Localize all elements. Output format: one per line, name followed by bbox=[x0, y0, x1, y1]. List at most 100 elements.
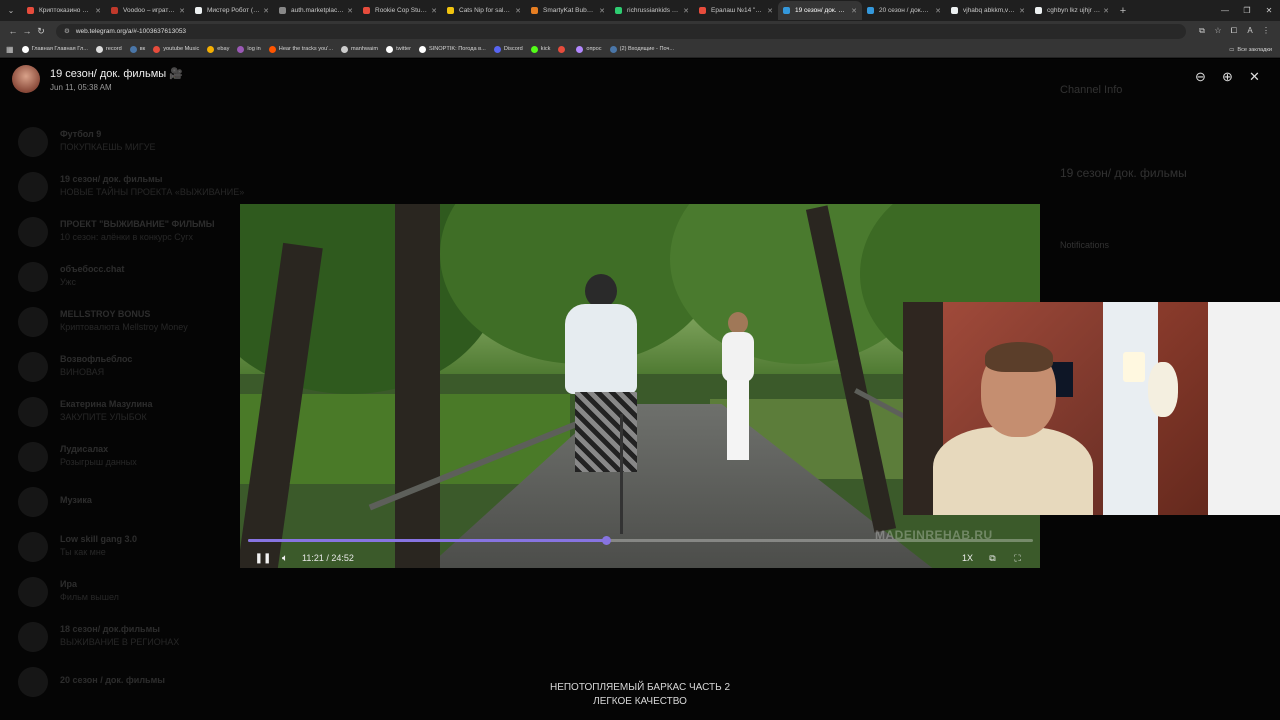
browser-tab[interactable]: cghbyn lkz ujhjr - G...✕ bbox=[1030, 1, 1114, 20]
bookmark-star-icon[interactable]: ☆ bbox=[1210, 26, 1226, 36]
forward-icon[interactable]: → bbox=[20, 26, 34, 36]
fullscreen-icon[interactable]: ⛶ bbox=[1005, 553, 1030, 564]
browser-tab[interactable]: auth.marketplace.m...✕ bbox=[274, 1, 358, 20]
tab-close-icon[interactable]: ✕ bbox=[935, 7, 941, 15]
bookmark-item[interactable]: youtube Music bbox=[153, 45, 199, 53]
bookmark-item[interactable]: log in bbox=[237, 45, 261, 53]
picture-in-picture-icon[interactable]: ⧉ bbox=[980, 553, 1005, 564]
apps-icon[interactable]: ▦ bbox=[6, 45, 14, 54]
channel-title: 19 сезон/ док. фильмы 🎥 bbox=[50, 67, 183, 80]
profile-icon[interactable]: A bbox=[1242, 26, 1258, 36]
tab-close-icon[interactable]: ✕ bbox=[179, 7, 185, 15]
bookmark-icon bbox=[129, 45, 137, 53]
close-window-icon[interactable]: ✕ bbox=[1258, 0, 1280, 21]
bookmark-icon bbox=[341, 45, 349, 53]
avatar[interactable] bbox=[12, 65, 40, 93]
browser-tab[interactable]: Криптоказино онл...✕ bbox=[22, 1, 106, 20]
tab-close-icon[interactable]: ✕ bbox=[1019, 7, 1025, 15]
volume-icon[interactable]: 🔈︎ bbox=[274, 553, 296, 564]
browser-toolbar: ← → ↻ ⚙ web.telegram.org/a/#-10036376130… bbox=[0, 21, 1280, 41]
bookmark-item[interactable]: SINOPTIK: Погода в... bbox=[418, 45, 486, 53]
tab-close-icon[interactable]: ✕ bbox=[1103, 7, 1109, 15]
new-tab-button[interactable]: + bbox=[1114, 5, 1132, 17]
tab-close-icon[interactable]: ✕ bbox=[851, 7, 857, 15]
tab-search-icon[interactable]: ⌄ bbox=[0, 0, 22, 21]
chat-preview: ВЫЖИВАНИЕ В РЕГИОНАХ bbox=[60, 636, 180, 647]
background-channel-info: Channel Info 19 сезон/ док. фильмы Notif… bbox=[1060, 84, 1187, 250]
bookmark-item[interactable]: опрос bbox=[576, 45, 602, 53]
tab-close-icon[interactable]: ✕ bbox=[515, 7, 521, 15]
playback-speed-button[interactable]: 1X bbox=[955, 553, 980, 563]
tab-favicon-icon bbox=[195, 7, 202, 14]
list-item: Футбол 9 ПОКУПКАЕШЬ МИГУЕ bbox=[18, 119, 328, 164]
progress-fill bbox=[248, 539, 606, 542]
chat-preview: ЗАКУПИТЕ УЛЫБОК bbox=[60, 411, 147, 422]
chat-name: Футбол 9 bbox=[60, 128, 102, 139]
tab-close-icon[interactable]: ✕ bbox=[431, 7, 437, 15]
video-progress-bar[interactable] bbox=[248, 536, 1033, 545]
browser-tab[interactable]: Мистер Робот (1-4...✕ bbox=[190, 1, 274, 20]
video-controls: ❚❚ 🔈︎ 11:21 / 24:52 1X ⧉ ⛶ bbox=[240, 548, 1040, 568]
tab-close-icon[interactable]: ✕ bbox=[347, 7, 353, 15]
tab-close-icon[interactable]: ✕ bbox=[263, 7, 269, 15]
bookmark-label: (2) Входящие - Поч... bbox=[619, 46, 675, 52]
tab-close-icon[interactable]: ✕ bbox=[95, 7, 101, 15]
browser-tab[interactable]: vjhabq abkkm,v - G...✕ bbox=[946, 1, 1030, 20]
zoom-in-icon[interactable]: ⊕ bbox=[1214, 69, 1241, 85]
tab-close-icon[interactable]: ✕ bbox=[599, 7, 605, 15]
install-app-icon[interactable]: ⧉ bbox=[1194, 26, 1210, 36]
progress-knob[interactable] bbox=[601, 536, 611, 545]
browser-tab[interactable]: 20 сезон / док.фил...✕ bbox=[862, 1, 946, 20]
avatar bbox=[18, 396, 48, 427]
browser-menu-icon[interactable]: ⋮ bbox=[1258, 26, 1274, 36]
bookmark-item[interactable]: вк bbox=[129, 45, 146, 53]
bookmark-item[interactable]: Hear the tracks you'... bbox=[268, 45, 333, 53]
bookmark-item[interactable] bbox=[558, 45, 568, 53]
avatar bbox=[18, 216, 48, 247]
tab-close-icon[interactable]: ✕ bbox=[767, 7, 773, 15]
bookmark-label: вк bbox=[139, 46, 146, 52]
tab-title: Криптоказино онл... bbox=[39, 7, 93, 14]
extensions-icon[interactable]: ⧠ bbox=[1226, 26, 1242, 36]
address-bar[interactable]: ⚙ web.telegram.org/a/#-1003637613053 bbox=[56, 23, 1186, 39]
tab-close-icon[interactable]: ✕ bbox=[683, 7, 689, 15]
close-viewer-icon[interactable]: ✕ bbox=[1241, 69, 1268, 85]
list-item: Ира Фильм вышел bbox=[18, 569, 328, 614]
maximize-icon[interactable]: ❐ bbox=[1236, 0, 1258, 21]
bookmark-item[interactable]: Главная Главная Гл... bbox=[21, 45, 88, 53]
browser-tab[interactable]: Voodoo – играть в...✕ bbox=[106, 1, 190, 20]
channel-name: 19 сезон/ док. фильмы bbox=[1060, 166, 1187, 180]
bookmark-item[interactable]: Discord bbox=[493, 45, 523, 53]
browser-tab[interactable]: SmartyKat Bubble I...✕ bbox=[526, 1, 610, 20]
back-icon[interactable]: ← bbox=[6, 26, 20, 36]
reload-icon[interactable]: ↻ bbox=[34, 26, 48, 37]
chat-name: MELLSTROY BONUS bbox=[60, 308, 151, 319]
list-item: 18 сезон/ док.фильмы ВЫЖИВАНИЕ В РЕГИОНАХ bbox=[18, 614, 328, 659]
all-bookmarks-label: Все закладки bbox=[1237, 46, 1272, 53]
bookmark-item[interactable]: record bbox=[95, 45, 122, 53]
browser-tab[interactable]: richrussiankids Stre...✕ bbox=[610, 1, 694, 20]
chat-preview: ПОКУПКАЕШЬ МИГУЕ bbox=[60, 141, 156, 152]
bookmark-list: Главная Главная Гл... record вк youtube Mus… bbox=[21, 45, 683, 53]
webcam-person-hair bbox=[985, 342, 1053, 372]
bookmark-item[interactable]: ebay bbox=[207, 45, 229, 53]
bookmark-item[interactable]: twitter bbox=[386, 45, 411, 53]
browser-tab[interactable]: Ералаш №14 "Я с т...✕ bbox=[694, 1, 778, 20]
bookmark-item[interactable]: manhwaim bbox=[341, 45, 378, 53]
bookmark-item[interactable]: kick bbox=[530, 45, 550, 53]
minimize-icon[interactable]: — bbox=[1214, 0, 1236, 21]
browser-tab[interactable]: Rookie Cop Stumbl...✕ bbox=[358, 1, 442, 20]
browser-tab[interactable]: 19 сезон/ док. ф... ✕ bbox=[778, 1, 862, 20]
window-controls: — ❐ ✕ bbox=[1214, 0, 1280, 21]
site-info-icon[interactable]: ⚙ bbox=[64, 27, 70, 35]
chat-name: Low skill gang 3.0 bbox=[60, 533, 138, 544]
browser-tab[interactable]: Cats Nip for sale | e...✕ bbox=[442, 1, 526, 20]
avatar bbox=[18, 306, 48, 337]
bookmark-icon bbox=[237, 45, 245, 53]
bookmark-item[interactable]: (2) Входящие - Поч... bbox=[609, 45, 675, 53]
pause-icon[interactable]: ❚❚ bbox=[252, 553, 274, 564]
all-bookmarks-button[interactable]: ▭ Все закладки bbox=[1229, 41, 1272, 58]
chat-name: ПРОЕКТ "ВЫЖИВАНИЕ" ФИЛЬМЫ bbox=[60, 218, 215, 229]
zoom-out-icon[interactable]: ⊖ bbox=[1187, 69, 1214, 85]
bookmark-label: Discord bbox=[503, 46, 523, 52]
